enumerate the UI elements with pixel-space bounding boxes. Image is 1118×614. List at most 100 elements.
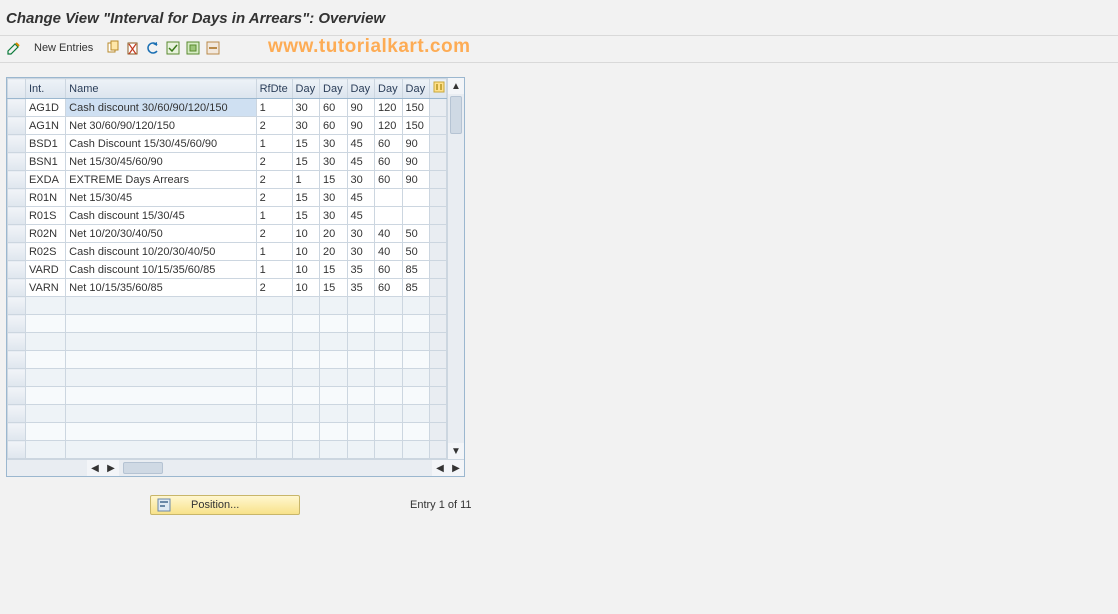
cell-empty[interactable]	[430, 351, 447, 369]
cell-day3[interactable]: 30	[347, 171, 375, 189]
interval-table[interactable]: Int. Name RfDte Day Day Day Day Day AG1D…	[7, 78, 447, 459]
cell-day5[interactable]: 150	[402, 117, 430, 135]
cell-day1[interactable]: 10	[292, 243, 320, 261]
cell-empty[interactable]	[256, 333, 292, 351]
cell-empty[interactable]	[402, 315, 430, 333]
cell-empty[interactable]	[256, 441, 292, 459]
cell-empty[interactable]	[402, 387, 430, 405]
cell-empty[interactable]	[66, 405, 256, 423]
cell-day2[interactable]: 20	[320, 225, 348, 243]
cell-day1[interactable]: 10	[292, 225, 320, 243]
cell-empty[interactable]	[292, 351, 320, 369]
cell-empty[interactable]	[320, 297, 348, 315]
scroll-right-icon[interactable]: ▶	[103, 460, 119, 476]
cell-empty[interactable]	[25, 297, 65, 315]
cell-day1[interactable]: 10	[292, 261, 320, 279]
cell-empty[interactable]	[66, 387, 256, 405]
cell-rfdte[interactable]: 1	[256, 261, 292, 279]
cell-rfdte[interactable]: 2	[256, 279, 292, 297]
cell-day2[interactable]: 30	[320, 207, 348, 225]
table-row-empty[interactable]	[8, 369, 447, 387]
cell-day5[interactable]: 90	[402, 135, 430, 153]
cell-empty[interactable]	[347, 351, 375, 369]
toggle-display-change-icon[interactable]	[6, 40, 22, 56]
cell-name[interactable]: Cash discount 30/60/90/120/150	[66, 99, 256, 117]
cell-empty[interactable]	[66, 315, 256, 333]
row-selector[interactable]	[8, 261, 26, 279]
cell-day3[interactable]: 45	[347, 189, 375, 207]
cell-empty[interactable]	[347, 315, 375, 333]
cell-empty[interactable]	[347, 441, 375, 459]
cell-day2[interactable]: 30	[320, 153, 348, 171]
cell-day2[interactable]: 60	[320, 117, 348, 135]
table-row-empty[interactable]	[8, 351, 447, 369]
cell-empty[interactable]	[256, 369, 292, 387]
cell-empty[interactable]	[256, 297, 292, 315]
cell-empty[interactable]	[25, 405, 65, 423]
select-all-icon[interactable]	[165, 40, 181, 56]
cell-day5[interactable]: 90	[402, 171, 430, 189]
cell-empty[interactable]	[292, 405, 320, 423]
table-row[interactable]: R02SCash discount 10/20/30/40/5011020304…	[8, 243, 447, 261]
cell-empty[interactable]	[347, 297, 375, 315]
cell-empty[interactable]	[347, 405, 375, 423]
cell-rfdte[interactable]: 1	[256, 135, 292, 153]
column-header-rfdte[interactable]: RfDte	[256, 79, 292, 99]
cell-int[interactable]: BSD1	[25, 135, 65, 153]
cell-day1[interactable]: 10	[292, 279, 320, 297]
cell-name[interactable]: Net 15/30/45/60/90	[66, 153, 256, 171]
cell-empty[interactable]	[25, 441, 65, 459]
column-header-day4[interactable]: Day	[375, 79, 403, 99]
cell-day1[interactable]: 30	[292, 99, 320, 117]
cell-day2[interactable]: 20	[320, 243, 348, 261]
cell-name[interactable]: Cash discount 10/20/30/40/50	[66, 243, 256, 261]
cell-empty[interactable]	[25, 423, 65, 441]
cell-name[interactable]: Cash Discount 15/30/45/60/90	[66, 135, 256, 153]
cell-rfdte[interactable]: 2	[256, 225, 292, 243]
row-selector[interactable]	[8, 405, 26, 423]
cell-empty[interactable]	[402, 351, 430, 369]
cell-rfdte[interactable]: 2	[256, 189, 292, 207]
cell-empty[interactable]	[430, 297, 447, 315]
cell-day4[interactable]: 60	[375, 171, 403, 189]
row-selector[interactable]	[8, 135, 26, 153]
table-row[interactable]: R02NNet 10/20/30/40/5021020304050	[8, 225, 447, 243]
select-block-icon[interactable]	[185, 40, 201, 56]
cell-empty[interactable]	[375, 351, 403, 369]
cell-int[interactable]: R01N	[25, 189, 65, 207]
cell-day2[interactable]: 30	[320, 135, 348, 153]
cell-empty[interactable]	[375, 405, 403, 423]
cell-int[interactable]: AG1N	[25, 117, 65, 135]
cell-empty[interactable]	[292, 369, 320, 387]
cell-rfdte[interactable]: 2	[256, 117, 292, 135]
row-selector[interactable]	[8, 279, 26, 297]
cell-day5[interactable]: 50	[402, 243, 430, 261]
scroll-down-icon[interactable]: ▼	[448, 443, 464, 459]
cell-day3[interactable]: 45	[347, 207, 375, 225]
cell-day4[interactable]: 60	[375, 279, 403, 297]
cell-empty[interactable]	[25, 315, 65, 333]
cell-name[interactable]: Cash discount 10/15/35/60/85	[66, 261, 256, 279]
cell-day4[interactable]	[375, 189, 403, 207]
cell-empty[interactable]	[66, 441, 256, 459]
cell-rfdte[interactable]: 2	[256, 153, 292, 171]
cell-name[interactable]: Cash discount 15/30/45	[66, 207, 256, 225]
row-selector[interactable]	[8, 333, 26, 351]
cell-empty[interactable]	[430, 387, 447, 405]
row-selector[interactable]	[8, 243, 26, 261]
row-selector[interactable]	[8, 99, 26, 117]
cell-empty[interactable]	[402, 405, 430, 423]
cell-empty[interactable]	[66, 297, 256, 315]
cell-day1[interactable]: 1	[292, 171, 320, 189]
cell-empty[interactable]	[25, 333, 65, 351]
table-row[interactable]: R01NNet 15/30/452153045	[8, 189, 447, 207]
column-header-rowselector[interactable]	[8, 79, 26, 99]
copy-as-icon[interactable]	[105, 40, 121, 56]
undo-change-icon[interactable]	[145, 40, 161, 56]
cell-rfdte[interactable]: 1	[256, 207, 292, 225]
cell-empty[interactable]	[375, 333, 403, 351]
cell-name[interactable]: Net 10/20/30/40/50	[66, 225, 256, 243]
cell-int[interactable]: R02N	[25, 225, 65, 243]
table-row[interactable]: EXDAEXTREME Days Arrears2115306090	[8, 171, 447, 189]
column-header-int[interactable]: Int.	[25, 79, 65, 99]
